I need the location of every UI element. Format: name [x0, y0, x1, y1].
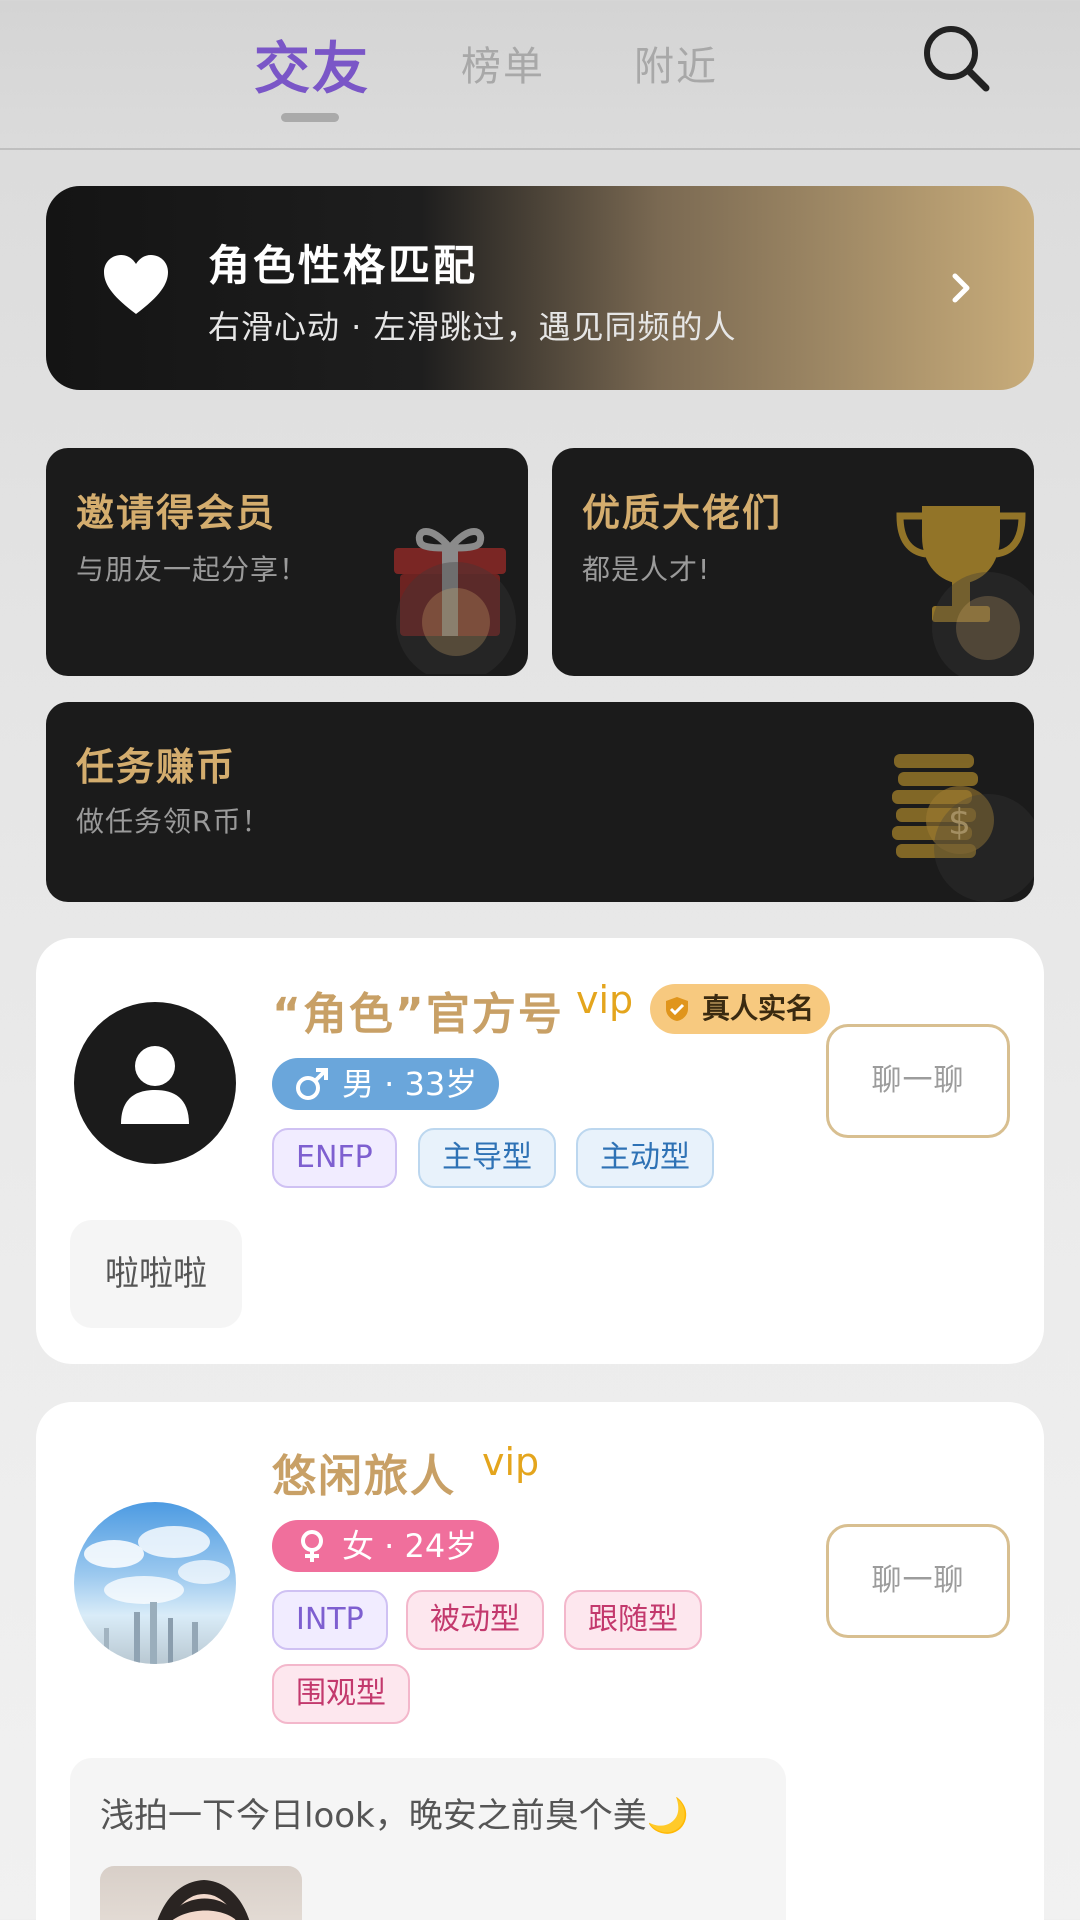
personality-tag: 跟随型 [564, 1590, 702, 1650]
mbti-tag: ENFP [272, 1128, 397, 1188]
user-icon [121, 1046, 189, 1124]
user-card[interactable]: “角色”官方号 vip 真人实名 男 · 33岁 ENFP 主导型 主动型 聊一… [36, 938, 1044, 1364]
chat-button[interactable]: 聊一聊 [826, 1024, 1010, 1138]
verified-label: 真人实名 [702, 992, 815, 1025]
vip-badge: vip [482, 1440, 540, 1484]
post-card[interactable]: 浅拍一下今日look，晚安之前臭个美🌙 [70, 1758, 786, 1920]
chevron-right-icon [952, 273, 970, 303]
mbti-tag: INTP [272, 1590, 388, 1650]
chat-button[interactable]: 聊一聊 [826, 1524, 1010, 1638]
banner-subtitle: 右滑心动 · 左滑跳过，遇见同频的人 [208, 308, 737, 346]
tasks-card-title: 任务赚币 [76, 745, 237, 789]
avatar[interactable] [74, 1002, 236, 1164]
search-icon[interactable] [920, 22, 992, 94]
invite-card-subtitle: 与朋友一起分享！ [76, 553, 309, 586]
user-card[interactable]: 悠闲旅人 vip 女 · 24岁 INTP 被动型 跟随型 围观型 聊一聊 浅拍… [36, 1402, 1044, 1920]
top-users-card-subtitle: 都是人才! [582, 553, 711, 586]
banner-title: 角色性格匹配 [208, 241, 479, 290]
personality-tag: 被动型 [406, 1590, 544, 1650]
invite-card[interactable]: 邀请得会员 与朋友一起分享！ [46, 448, 528, 676]
tab-friends[interactable]: 交友 [254, 24, 370, 105]
gender-age-badge: 男 · 33岁 [272, 1058, 500, 1110]
top-users-card[interactable]: 优质大佬们 都是人才! [552, 448, 1034, 676]
female-icon [301, 1530, 323, 1562]
personality-tag: 主导型 [418, 1128, 556, 1188]
personality-match-banner[interactable]: 角色性格匹配 右滑心动 · 左滑跳过，遇见同频的人 [46, 186, 1034, 390]
post-text: 浅拍一下今日look，晚安之前臭个美🌙 [100, 1796, 690, 1836]
tasks-card[interactable]: 任务赚币 做任务领R币！ $ [46, 702, 1034, 902]
personality-tag: 主动型 [576, 1128, 714, 1188]
coins-icon: $ [892, 754, 1034, 902]
tab-rankings[interactable]: 榜单 [461, 34, 545, 92]
verified-badge: 真人实名 [650, 984, 831, 1034]
personality-tag: 围观型 [272, 1664, 410, 1724]
user-name: “角色”官方号 [272, 989, 564, 1040]
trophy-icon [896, 506, 1034, 676]
heart-icon [104, 255, 168, 314]
gender-age-label: 女 · 24岁 [342, 1527, 478, 1565]
portrait-photo [157, 1880, 250, 1920]
avatar[interactable] [74, 1502, 236, 1664]
post-photo[interactable] [100, 1866, 302, 1920]
gender-age-badge: 女 · 24岁 [272, 1520, 500, 1572]
top-navigation: 交友 榜单 附近 [0, 0, 1080, 150]
male-icon [296, 1068, 328, 1100]
tasks-card-subtitle: 做任务领R币！ [76, 805, 271, 838]
shield-check-icon [666, 997, 688, 1021]
active-tab-indicator [281, 113, 339, 122]
invite-card-title: 邀请得会员 [76, 491, 277, 535]
user-name: 悠闲旅人 [272, 1451, 456, 1502]
gender-age-label: 男 · 33岁 [342, 1065, 478, 1103]
sky-photo [84, 1526, 230, 1664]
gift-icon [394, 528, 516, 674]
vip-badge: vip [576, 978, 634, 1022]
post-text[interactable]: 啦啦啦 [70, 1220, 242, 1328]
tab-nearby[interactable]: 附近 [634, 34, 718, 92]
top-users-card-title: 优质大佬们 [582, 491, 783, 535]
